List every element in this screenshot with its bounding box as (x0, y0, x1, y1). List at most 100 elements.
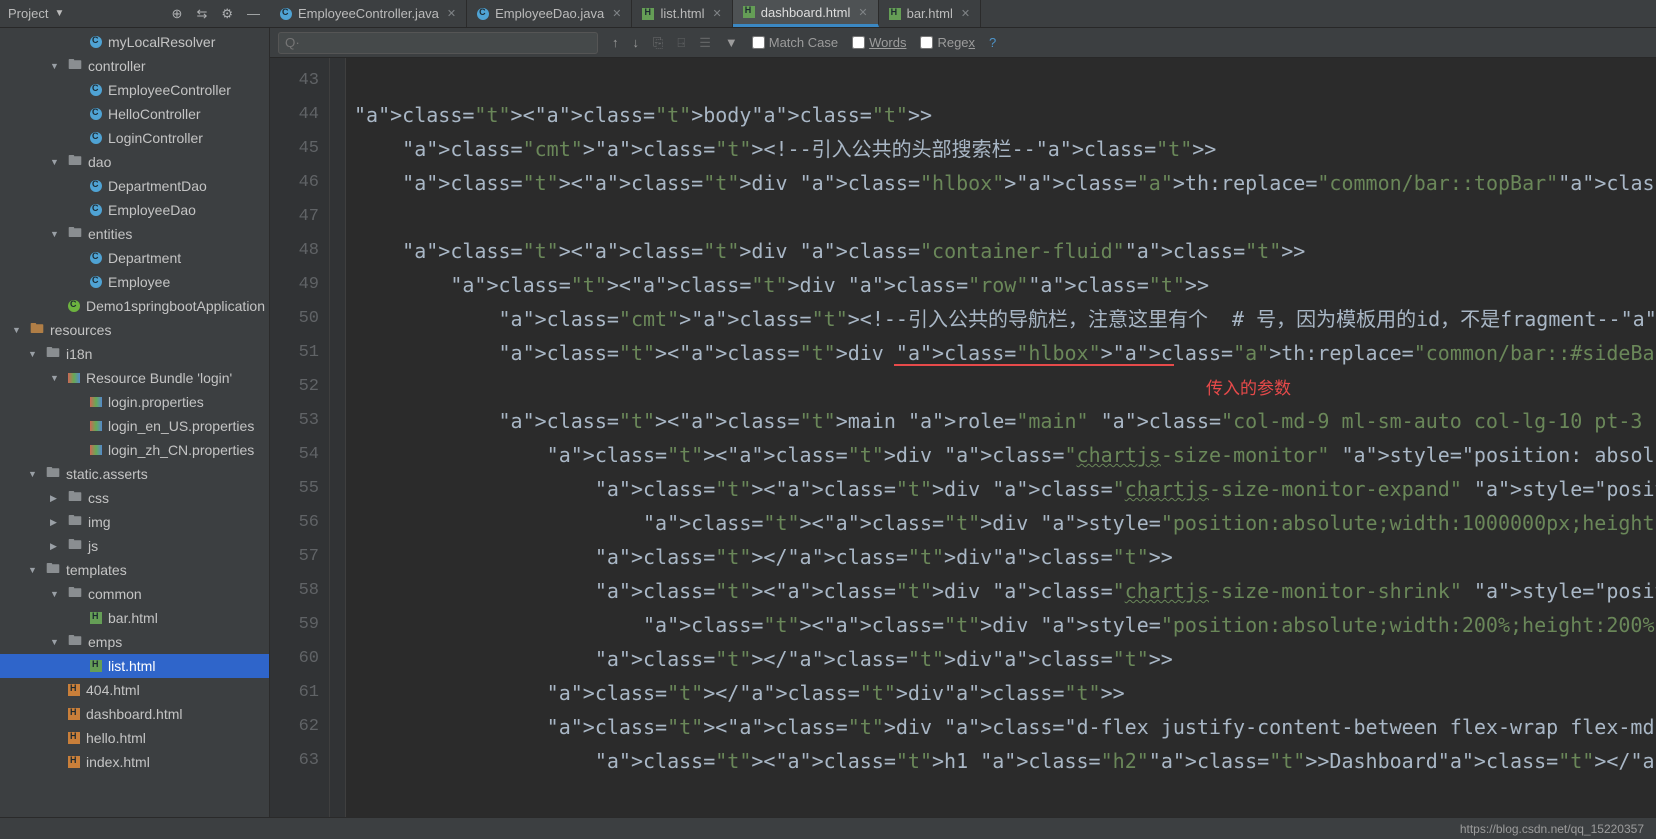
chevron-down-icon[interactable]: ▼ (50, 373, 62, 383)
project-label-text: Project (8, 6, 48, 21)
tab-bar-html[interactable]: bar.html ✕ (879, 0, 981, 27)
tree-node-js[interactable]: ▶🖿js (0, 534, 269, 558)
tree-node-label: HelloController (108, 106, 201, 122)
class-icon (90, 84, 102, 96)
tab-employeecontroller-java[interactable]: EmployeeController.java✕ (270, 0, 467, 27)
regex-label: Regex (937, 35, 975, 50)
tree-node-label: emps (88, 634, 122, 650)
tree-node-label: LoginController (108, 130, 203, 146)
hide-icon[interactable]: — (247, 6, 260, 21)
help-icon[interactable]: ? (989, 35, 996, 50)
collapse-icon[interactable]: ⇆ (196, 6, 207, 22)
tree-node-label: Demo1springbootApplication (86, 298, 265, 314)
chevron-right-icon[interactable]: ▶ (50, 541, 62, 552)
tree-node-login_en_us-properties[interactable]: login_en_US.properties (0, 414, 269, 438)
filter-icon[interactable]: ▼ (725, 35, 738, 50)
tree-node-departmentdao[interactable]: DepartmentDao (0, 174, 269, 198)
tree-node-label: static.asserts (66, 466, 148, 482)
tree-node-hello-html[interactable]: hello.html (0, 726, 269, 750)
chevron-right-icon[interactable]: ▶ (50, 493, 62, 504)
add-selection-icon[interactable]: ⍈ (677, 35, 685, 51)
chevron-down-icon[interactable]: ▼ (50, 589, 62, 599)
tree-node-entities[interactable]: ▼🖿entities (0, 222, 269, 246)
next-match-icon[interactable]: ↓ (633, 35, 640, 50)
project-tool-label[interactable]: Project ▼ ⊕ ⇆ — (0, 0, 270, 27)
tree-node-label: templates (66, 562, 127, 578)
find-action-icon[interactable]: ⎘ (653, 35, 663, 51)
tree-node-demo1springbootapplication[interactable]: Demo1springbootApplication (0, 294, 269, 318)
tree-node-label: controller (88, 58, 146, 74)
code-area[interactable]: 4344454647484950515253545556575859606162… (270, 58, 1656, 817)
tree-node-logincontroller[interactable]: LoginController (0, 126, 269, 150)
code-content[interactable]: 传入的参数 "a">class="t"><"a">class="t">body"… (346, 58, 1656, 817)
tab-label: dashboard.html (761, 5, 851, 20)
tab-list-html[interactable]: list.html✕ (632, 0, 732, 27)
tree-node-resources[interactable]: ▼🖿resources (0, 318, 269, 342)
words-checkbox[interactable]: Words (852, 35, 906, 50)
tree-node-label: EmployeeController (108, 82, 231, 98)
project-tree[interactable]: myLocalResolver▼🖿controllerEmployeeContr… (0, 28, 269, 817)
chevron-right-icon[interactable]: ▶ (50, 517, 62, 528)
class-icon (90, 204, 102, 216)
tree-node-employeedao[interactable]: EmployeeDao (0, 198, 269, 222)
tree-node-hellocontroller[interactable]: HelloController (0, 102, 269, 126)
tab-employeedao-java[interactable]: EmployeeDao.java✕ (467, 0, 632, 27)
tab-label: bar.html (907, 6, 953, 21)
tree-node-bar-html[interactable]: bar.html (0, 606, 269, 630)
tree-node-controller[interactable]: ▼🖿controller (0, 54, 269, 78)
tree-node-common[interactable]: ▼🖿common (0, 582, 269, 606)
match-case-checkbox[interactable]: Match Case (752, 35, 838, 50)
tree-node-dashboard-html[interactable]: dashboard.html (0, 702, 269, 726)
tree-node-img[interactable]: ▶ 🖿 img (0, 510, 269, 534)
chevron-down-icon[interactable]: ▼ (50, 61, 62, 71)
chevron-down-icon[interactable]: ▼ (50, 157, 62, 167)
folder-icon: 🖿 (68, 510, 82, 534)
tree-node-label: login.properties (108, 394, 204, 410)
locate-icon[interactable]: ⊕ (172, 6, 183, 22)
tree-node-emps[interactable]: ▼🖿emps (0, 630, 269, 654)
regex-checkbox[interactable]: Regex (920, 35, 975, 50)
tree-node-resource-bundle-login-[interactable]: ▼Resource Bundle 'login' (0, 366, 269, 390)
chevron-down-icon[interactable]: ▼ (28, 565, 40, 575)
chevron-down-icon[interactable]: ▼ (50, 637, 62, 647)
tree-node-index-html[interactable]: index.html (0, 750, 269, 774)
fold-strip[interactable] (330, 58, 346, 817)
line-gutter[interactable]: 4344454647484950515253545556575859606162… (270, 58, 330, 817)
tree-node-label: js (88, 538, 98, 554)
search-input[interactable] (278, 32, 598, 54)
close-icon[interactable]: ✕ (713, 7, 722, 20)
close-icon[interactable]: ✕ (447, 7, 456, 20)
tree-node-department[interactable]: Department (0, 246, 269, 270)
tree-node-label: img (88, 514, 111, 530)
tree-node-employeecontroller[interactable]: EmployeeController (0, 78, 269, 102)
gear-icon[interactable] (221, 6, 233, 22)
chevron-down-icon[interactable]: ▼ (50, 229, 62, 239)
chevron-down-icon[interactable]: ▼ (28, 469, 40, 479)
folder-icon: 🖿 (68, 222, 82, 246)
tree-node-static-asserts[interactable]: ▼🖿static.asserts (0, 462, 269, 486)
tree-node-list-html[interactable]: list.html (0, 654, 269, 678)
tab-dashboard-html[interactable]: dashboard.html ✕ (733, 0, 879, 27)
close-icon[interactable]: ✕ (961, 7, 970, 20)
tree-node-label: bar.html (108, 610, 158, 626)
tree-node-css[interactable]: ▶🖿css (0, 486, 269, 510)
tree-node-dao[interactable]: ▼🖿dao (0, 150, 269, 174)
tree-node-employee[interactable]: Employee (0, 270, 269, 294)
prev-match-icon[interactable]: ↑ (612, 35, 619, 50)
close-icon[interactable]: ✕ (612, 7, 621, 20)
titlebar: Project ▼ ⊕ ⇆ — EmployeeController.java✕… (0, 0, 1656, 28)
chevron-down-icon[interactable]: ▼ (12, 325, 24, 335)
tree-node-404-html[interactable]: 404.html (0, 678, 269, 702)
status-url: https://blog.csdn.net/qq_15220357 (1460, 822, 1644, 836)
html-file-icon (889, 8, 901, 20)
chevron-down-icon[interactable]: ▼ (28, 349, 40, 359)
tree-node-login_zh_cn-properties[interactable]: login_zh_CN.properties (0, 438, 269, 462)
close-icon[interactable]: ✕ (858, 6, 867, 19)
spring-app-icon (68, 300, 80, 312)
tree-node-i18n[interactable]: ▼🖿i18n (0, 342, 269, 366)
tree-node-templates[interactable]: ▼🖿templates (0, 558, 269, 582)
tree-node-login-properties[interactable]: login.properties (0, 390, 269, 414)
select-all-icon[interactable]: ☰ (699, 35, 711, 51)
tree-node-mylocalresolver[interactable]: myLocalResolver (0, 30, 269, 54)
tree-node-label: list.html (108, 658, 155, 674)
